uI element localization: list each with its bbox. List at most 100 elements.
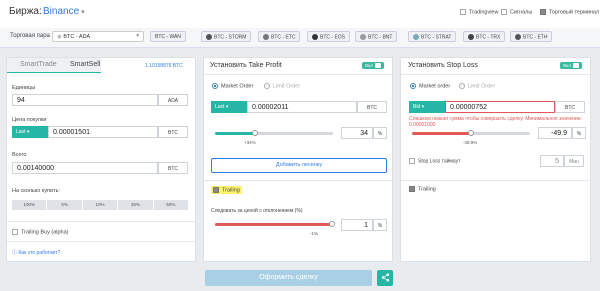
sl-timeout-input[interactable]: 5 [540,155,564,167]
option-tradingview[interactable]: Tradingview [460,9,498,15]
tp-price-input[interactable]: 0.00002011 [247,101,357,113]
sl-timeout-option[interactable]: Stop Loss таймаут [409,158,460,164]
sl-limit-order[interactable]: Limit Order [459,83,495,89]
sl-percent-unit: % [572,127,586,139]
sl-title: Установить Stop Loss [408,62,478,69]
pair-chip[interactable]: BTC - TRX [463,31,506,42]
pair-select[interactable]: ◉ BTC - ADA ▾ [52,31,144,42]
sl-mode-dropdown[interactable]: Bid ▾ [409,101,445,113]
pair-selected-value: BTC - ADA [63,34,91,40]
pair-chip[interactable]: BTC - STRAT [408,31,457,42]
deviation-slider-label: -1% [310,231,319,236]
price-unit: BTC [158,126,188,138]
split-25[interactable]: 25% [118,200,154,210]
balance-value: 1.10158876 BTC [145,63,183,69]
coin-icon [515,34,521,40]
total-input[interactable]: 0.00140000 [12,162,158,174]
pair-chip[interactable]: BTC - STORM [201,31,252,42]
sl-slider-thumb[interactable] [468,130,474,136]
coin-icon [206,34,212,40]
units-input[interactable]: 94 [12,94,158,106]
tp-slider-thumb[interactable] [252,130,258,136]
tp-market-order[interactable]: Market Order [212,83,253,89]
split-label: На сколько купить: [12,188,61,194]
exchange-select[interactable]: Binance ▾ [43,6,85,17]
coin-icon [263,34,269,40]
split-100[interactable]: 100% [12,200,48,210]
trailing-buy-option[interactable]: Trailing Buy (alpha) [12,229,68,235]
chevron-down-icon: ▾ [81,9,85,16]
add-ladder-button[interactable]: Добавить лесенку [211,158,387,173]
sl-slider-label: -49.9% [463,140,478,145]
sl-price-input[interactable]: 0.00000752 [445,101,555,113]
split-10[interactable]: 10% [83,200,119,210]
help-link[interactable]: ⓘ Как это работает? [12,249,60,256]
price-label: Цена покупки [12,117,47,123]
deviation-input[interactable]: 1 [341,219,373,231]
chevron-down-icon: ▾ [136,33,139,39]
checkbox-checked-icon [409,186,415,192]
sl-slider-fill [412,132,471,135]
deviation-slider-fill [215,223,332,226]
deviation-slider-thumb[interactable] [329,221,335,227]
divider [7,241,195,242]
units-unit: ADA [158,94,188,106]
tp-toggle[interactable]: Вкл [362,62,384,69]
sl-percent-input[interactable]: -49.9 [538,127,572,139]
checkbox-checked-icon [540,9,546,15]
checkbox-icon [501,9,507,15]
split-50[interactable]: 50% [154,200,188,210]
chevron-down-icon: ▾ [26,129,30,135]
exchange-label: Биржа: [9,6,42,17]
chevron-down-icon: ▾ [225,104,229,110]
option-terminal[interactable]: Торговый терминал [540,9,599,15]
sl-trailing-option[interactable]: Trailing [409,186,436,192]
checkbox-icon [12,229,18,235]
tp-percent-input[interactable]: 34 [341,127,373,139]
pair-chip[interactable]: BTC - ETH [510,31,553,42]
tab-smarttrade[interactable]: SmartTrade [20,61,57,68]
tp-slider-fill [215,132,255,135]
sl-toggle[interactable]: Вкл [560,62,582,69]
radio-checked-icon [410,83,416,89]
pair-label: Торговая пара [10,33,50,39]
radio-icon [264,83,270,89]
tp-mode-dropdown[interactable]: Last ▾ [211,101,247,113]
share-button[interactable] [377,270,393,286]
tp-percent-unit: % [373,127,387,139]
split-5[interactable]: 5% [47,200,83,210]
checkbox-checked-icon [213,187,219,193]
tab-smartsell[interactable]: SmartSell [70,61,100,68]
radio-checked-icon [212,83,218,89]
divider [401,180,590,181]
divider [204,180,392,181]
deviation-unit: % [373,219,387,231]
coin-icon [413,34,419,40]
option-signals[interactable]: Сигналы [501,9,532,15]
tp-follow-label: Следовать за ценой с отклонением (%) [211,208,303,214]
units-label: Единицы [12,85,36,91]
active-tab-underline [7,72,101,73]
pair-chip[interactable]: BTC - EOS [307,31,351,42]
sl-timeout-unit: Мин [564,155,584,167]
radio-icon [459,83,465,89]
split-buttons: 100% 5% 10% 25% 50% [12,200,188,210]
tp-slider-label: +34% [244,140,256,145]
sl-price-unit: BTC [555,101,585,113]
tp-limit-order[interactable]: Limit Order [264,83,300,89]
pair-chip[interactable]: BTC - ETC [258,31,301,42]
exchange-value: Binance [43,6,80,17]
price-input[interactable]: 0.00001501 [48,126,158,138]
total-label: Всего [12,152,27,158]
chevron-down-icon: ▾ [421,104,425,110]
sl-market-order[interactable]: Market order [410,83,450,89]
divider [401,74,590,75]
pair-chip[interactable]: BTC - BNT [355,31,398,42]
divider [7,221,195,222]
price-mode-dropdown[interactable]: Last ▾ [12,126,48,138]
tp-trailing-option[interactable]: Trailing [211,186,242,195]
share-icon [381,273,389,282]
pair-chip[interactable]: BTC - WAN [150,31,186,42]
submit-trade-button[interactable]: Оформить сделку [205,270,372,286]
checkbox-icon [409,158,415,164]
